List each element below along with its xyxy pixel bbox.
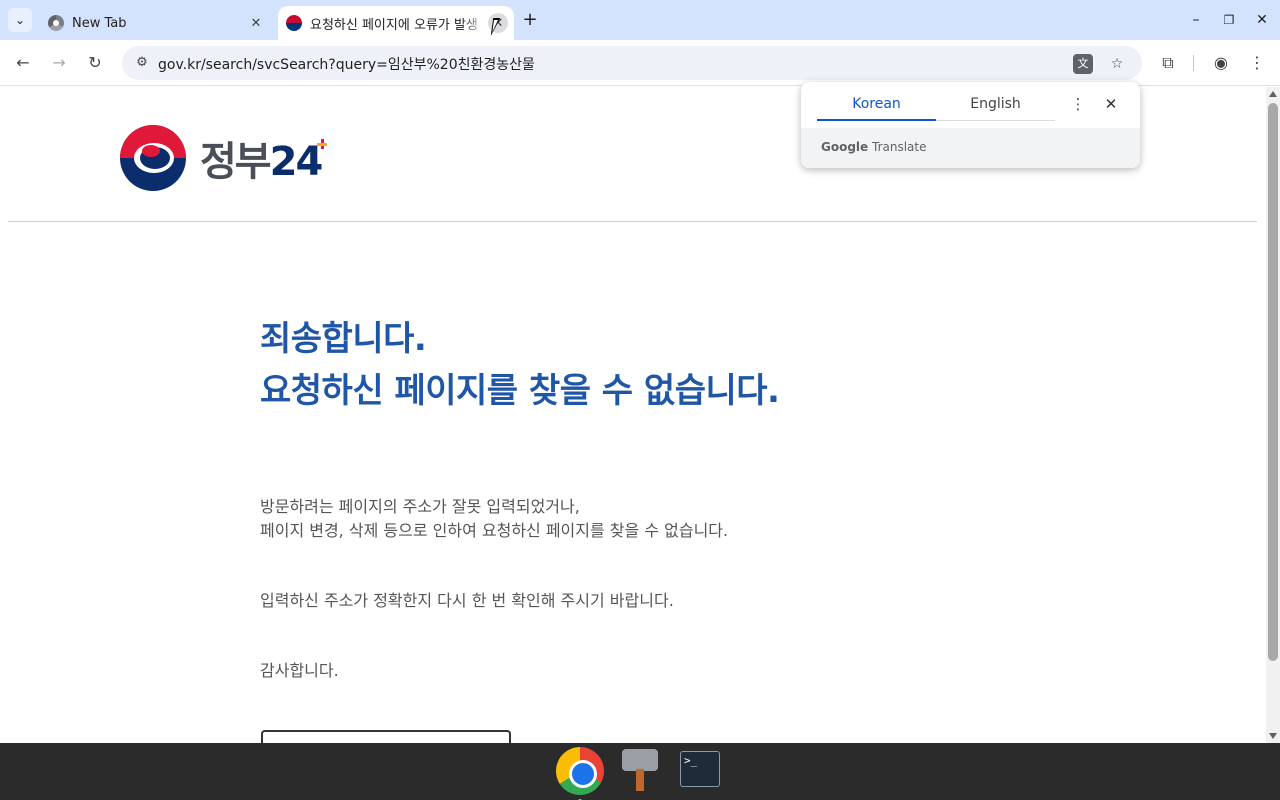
thanks-text: 감사합니다. xyxy=(260,661,339,680)
scroll-up-icon[interactable] xyxy=(1269,91,1277,97)
headline-line-2: 요청하신 페이지를 찾을 수 없습니다. xyxy=(260,371,780,411)
logo-plus-icon xyxy=(317,139,328,149)
gov-favicon-icon xyxy=(286,15,302,31)
address-bar[interactable]: ⚙ gov.kr/search/svcSearch?query=임산부%20친환… xyxy=(122,46,1142,80)
page-content: 정부24 죄송합니다. 요청하신 페이지를 찾을 수 없습니다. 방문하려는 페… xyxy=(0,87,1266,743)
tool-icon[interactable] xyxy=(616,747,664,795)
tab-strip: ⌄ New Tab ✕ 요청하신 페이지에 오류가 발생 ✕ + – ❐ ✕ xyxy=(0,0,1280,40)
url-path: /search/svcSearch?query=임산부%20친환경농산물 xyxy=(200,57,535,73)
taegeuk-emblem-icon xyxy=(120,125,186,191)
tab-new-tab[interactable]: New Tab ✕ xyxy=(40,6,272,40)
header-divider xyxy=(8,221,1257,222)
error-description: 방문하려는 페이지의 주소가 잘못 입력되었거나, 페이지 변경, 삭제 등으로… xyxy=(260,495,728,543)
extensions-icon[interactable]: ⧉ xyxy=(1156,51,1180,75)
bookmark-star-icon[interactable]: ☆ xyxy=(1106,53,1128,75)
translate-close-icon[interactable]: ✕ xyxy=(1101,94,1121,114)
logo-wordmark: 정부24 xyxy=(200,129,328,187)
translate-icon[interactable]: 文 xyxy=(1073,54,1093,74)
terminal-glyph: >_ xyxy=(680,751,720,787)
headline-line-1: 죄송합니다. xyxy=(260,319,427,359)
tab-source-language[interactable]: Korean xyxy=(817,95,936,121)
new-tab-button[interactable]: + xyxy=(520,10,540,30)
toolbar-divider xyxy=(1193,55,1194,71)
translate-popup: Korean English ⋮ ✕ Google Translate xyxy=(801,82,1140,168)
window-close-icon[interactable]: ✕ xyxy=(1252,10,1272,30)
error-headline: 죄송합니다. 요청하신 페이지를 찾을 수 없습니다. xyxy=(260,313,780,417)
logo-text-prefix: 정부 xyxy=(200,139,272,185)
page-scrollbar[interactable] xyxy=(1266,87,1280,743)
chevron-down-icon: ⌄ xyxy=(14,13,26,27)
scroll-down-icon[interactable] xyxy=(1269,733,1277,739)
forward-icon[interactable]: → xyxy=(47,51,71,75)
terminal-icon[interactable]: >_ xyxy=(680,747,728,795)
check-address-text: 입력하신 주소가 정확한지 다시 한 번 확인해 주시기 바랍니다. xyxy=(260,591,674,610)
back-icon[interactable]: ← xyxy=(11,51,35,75)
description-line-1: 방문하려는 페이지의 주소가 잘못 입력되었거나, xyxy=(260,497,580,516)
os-taskbar: >_ xyxy=(0,743,1280,800)
translate-options-icon[interactable]: ⋮ xyxy=(1069,94,1087,114)
url-host: gov.kr xyxy=(158,57,201,73)
tab-gov24-error[interactable]: 요청하신 페이지에 오류가 발생 ✕ xyxy=(278,6,514,40)
google-translate-brand: Google Translate xyxy=(821,140,927,154)
chrome-icon[interactable] xyxy=(556,747,604,800)
minimize-icon[interactable]: – xyxy=(1186,10,1206,30)
scrollbar-thumb[interactable] xyxy=(1268,103,1278,661)
site-info-icon[interactable]: ⚙ xyxy=(132,53,152,73)
translate-footer: Google Translate xyxy=(801,128,1140,168)
brand-product: Translate xyxy=(872,140,927,154)
gov24-logo[interactable]: 정부24 xyxy=(120,125,328,191)
browser-toolbar: ← → ↻ ⚙ gov.kr/search/svcSearch?query=임산… xyxy=(0,40,1280,86)
tab-close-icon[interactable]: ✕ xyxy=(246,13,266,33)
tab-title: 요청하신 페이지에 오류가 발생 xyxy=(310,17,478,33)
home-button[interactable] xyxy=(261,730,511,743)
restore-icon[interactable]: ❐ xyxy=(1219,10,1239,30)
chrome-favicon-icon xyxy=(48,15,64,31)
menu-kebab-icon[interactable]: ⋮ xyxy=(1245,51,1269,75)
tab-target-language[interactable]: English xyxy=(936,95,1055,121)
url-text[interactable]: gov.kr/search/svcSearch?query=임산부%20친환경농… xyxy=(158,54,535,74)
tab-search-button[interactable]: ⌄ xyxy=(8,8,32,32)
profile-icon[interactable]: ◉ xyxy=(1209,51,1233,75)
tab-title: New Tab xyxy=(72,15,127,31)
reload-icon[interactable]: ↻ xyxy=(83,51,107,75)
description-line-2: 페이지 변경, 삭제 등으로 인하여 요청하신 페이지를 찾을 수 없습니다. xyxy=(260,521,729,540)
brand-google: Google xyxy=(821,140,869,154)
logo-text-number: 24 xyxy=(269,139,324,185)
